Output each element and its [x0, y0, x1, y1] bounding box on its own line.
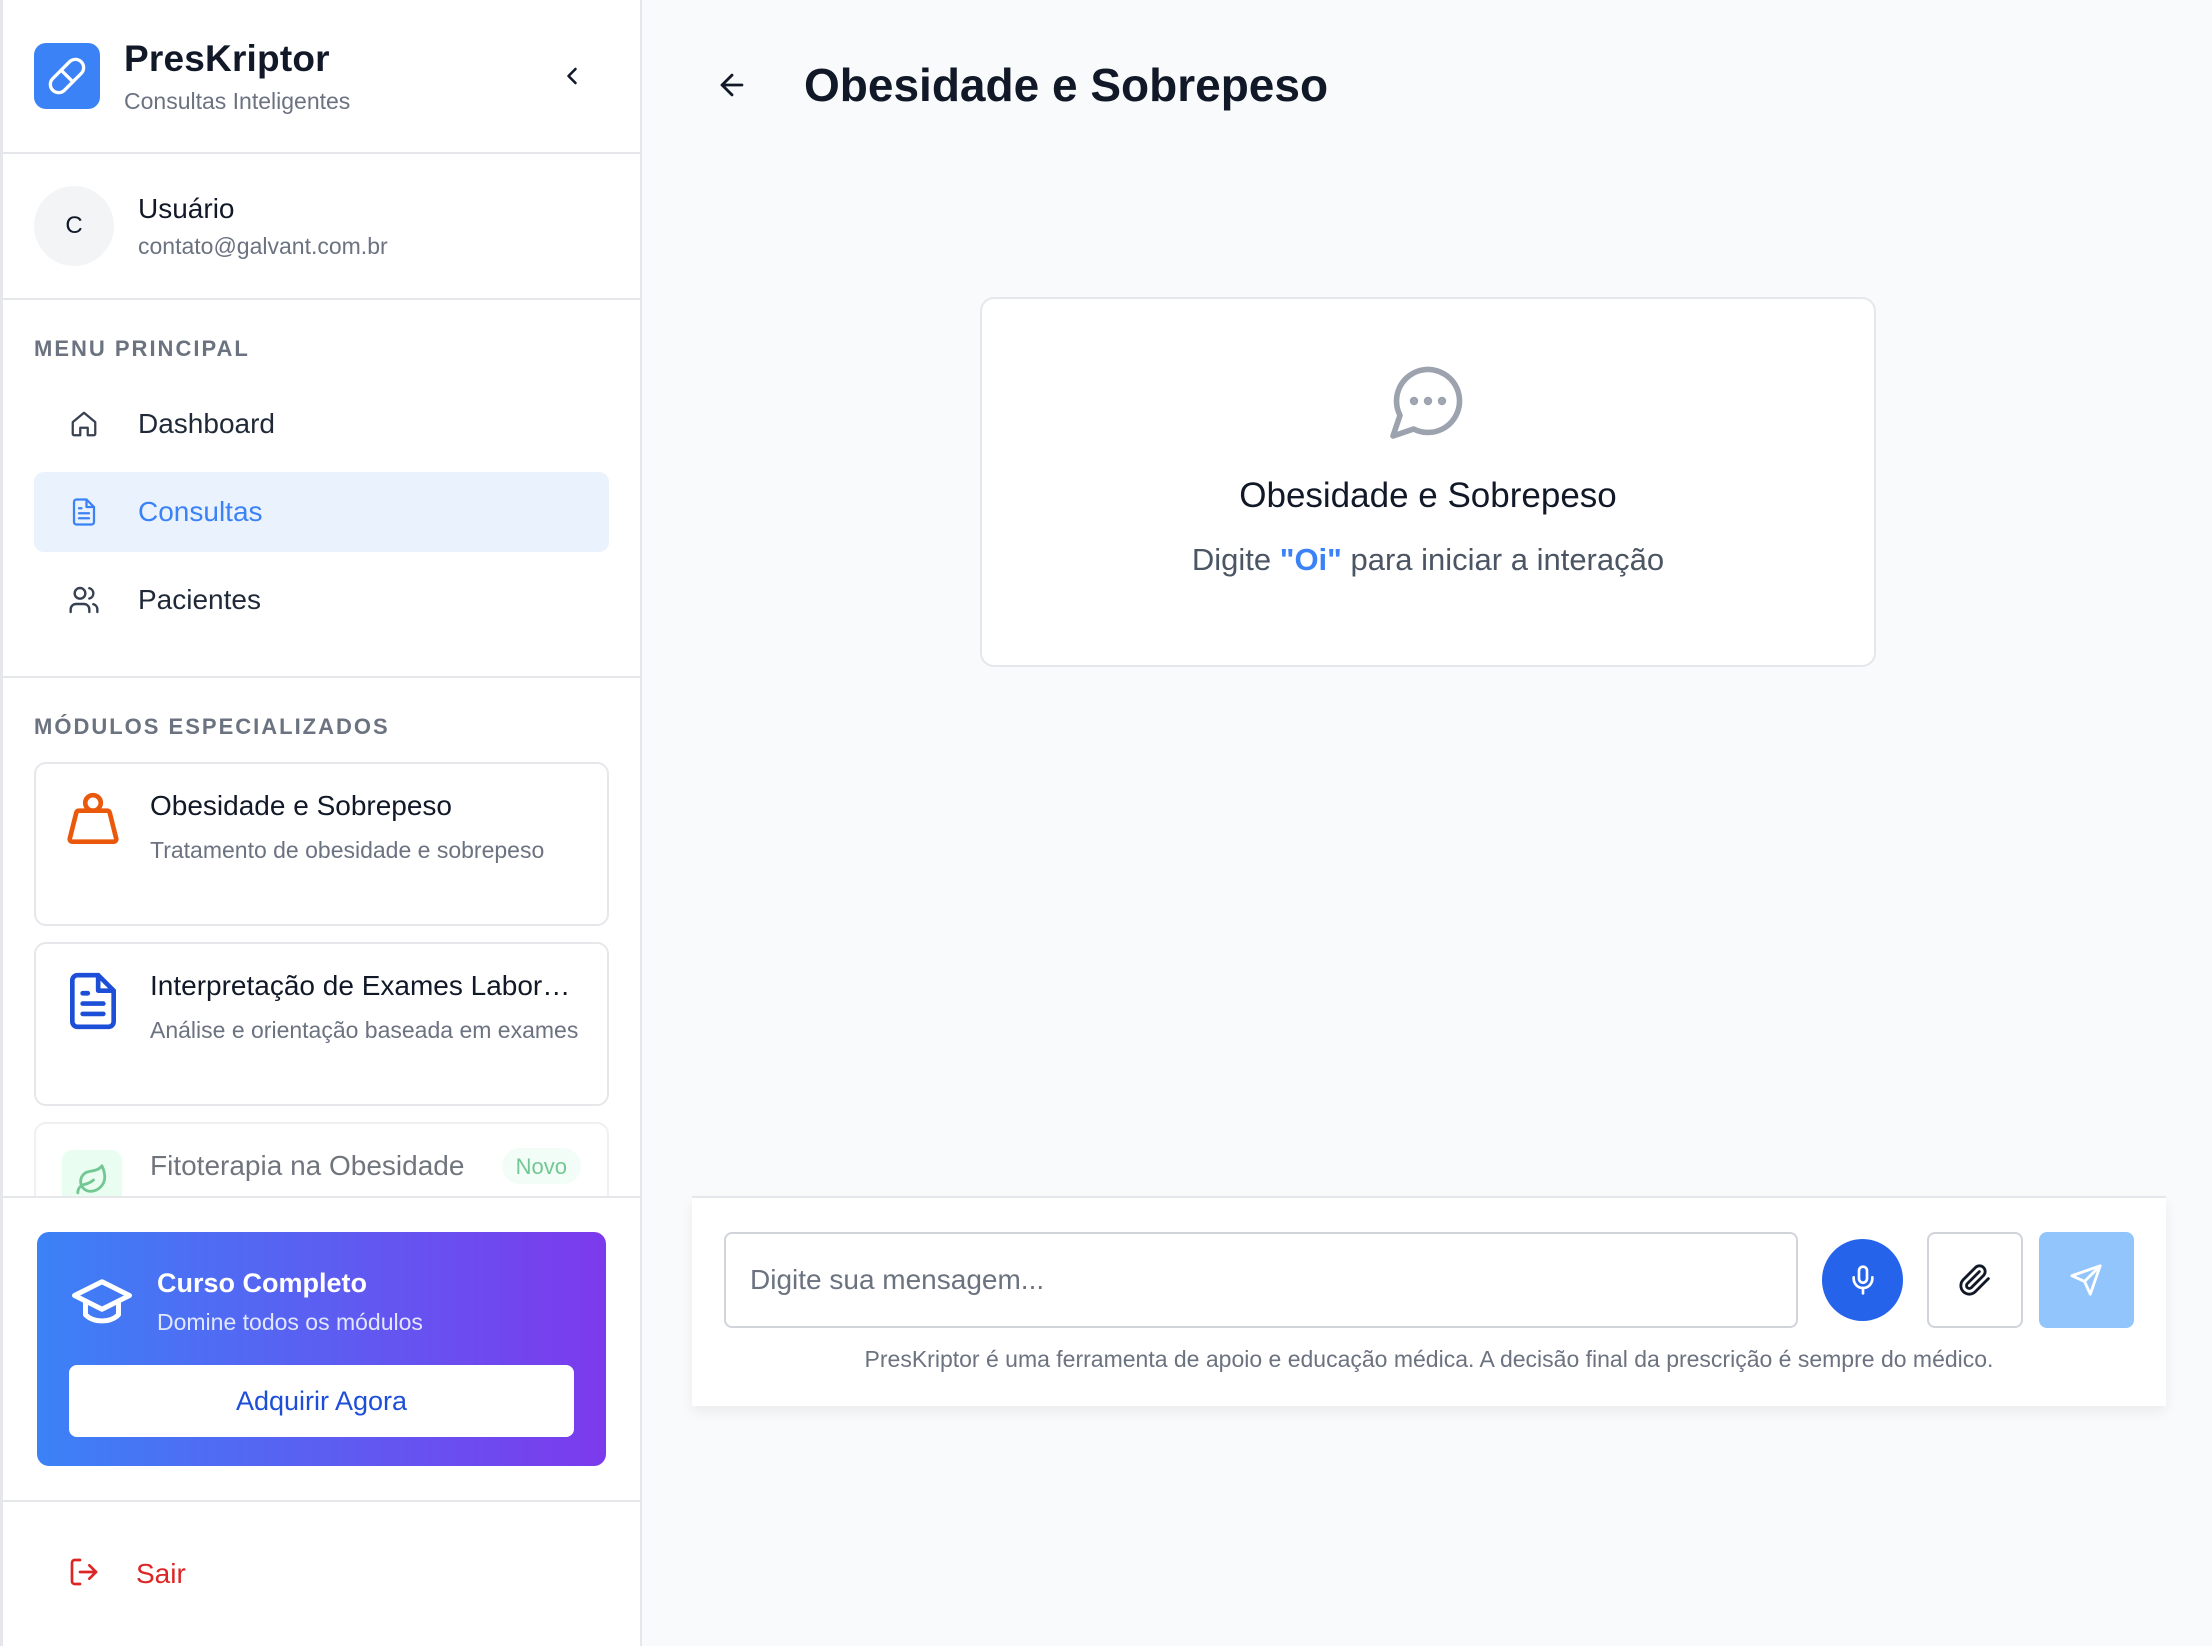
logout-button[interactable]: Sair	[3, 1500, 640, 1646]
weight-icon	[62, 786, 126, 902]
sidebar-item-dashboard[interactable]: Dashboard	[34, 384, 609, 464]
brand-subtitle: Consultas Inteligentes	[124, 87, 351, 114]
module-card-exames[interactable]: Interpretação de Exames Laboratoriais An…	[34, 942, 609, 1106]
sidebar: PresKriptor Consultas Inteligentes C Usu…	[0, 0, 642, 1646]
paperclip-icon	[1959, 1264, 1990, 1296]
arrow-left-icon	[720, 73, 744, 97]
sidebar-header: PresKriptor Consultas Inteligentes	[3, 0, 640, 154]
file-text-icon	[62, 966, 126, 1082]
module-card-obesidade[interactable]: Obesidade e Sobrepeso Tratamento de obes…	[34, 762, 609, 926]
microphone-icon	[1852, 1265, 1874, 1295]
welcome-instruction: Digite "Oi" para iniciar a interação	[1192, 542, 1664, 578]
user-info: Usuário contato@galvant.com.br	[138, 193, 388, 260]
welcome-card: Obesidade e Sobrepeso Digite "Oi" para i…	[980, 297, 1876, 667]
module-description: Análise e orientação baseada em exames	[150, 1017, 579, 1043]
page-header: Obesidade e Sobrepeso	[642, 0, 2212, 170]
collapse-sidebar-button[interactable]	[554, 58, 590, 94]
welcome-prefix: Digite	[1191, 542, 1280, 577]
document-icon	[66, 494, 102, 530]
users-icon	[66, 582, 102, 618]
user-email: contato@galvant.com.br	[138, 232, 388, 259]
brand-name: PresKriptor	[124, 37, 330, 79]
module-card-fitoterapia[interactable]: Fitoterapia na Obesidade Novo	[34, 1122, 609, 1196]
sidebar-item-label: Consultas	[138, 496, 263, 527]
sidebar-item-consultas[interactable]: Consultas	[34, 472, 609, 552]
module-title: Fitoterapia na Obesidade	[150, 1150, 465, 1181]
chat-bubble-icon	[1386, 359, 1470, 448]
brand: PresKriptor Consultas Inteligentes	[124, 38, 350, 115]
pill-logo-icon	[34, 43, 100, 109]
app-root: PresKriptor Consultas Inteligentes C Usu…	[0, 0, 2212, 1646]
course-promo-card: Curso Completo Domine todos os módulos A…	[37, 1232, 606, 1466]
sidebar-item-label: Dashboard	[138, 408, 275, 439]
buy-now-button[interactable]: Adquirir Agora	[69, 1365, 574, 1437]
promo-subtitle: Domine todos os módulos	[157, 1309, 423, 1335]
graduation-cap-icon	[69, 1268, 135, 1339]
leaf-icon	[62, 1146, 126, 1196]
user-name: Usuário	[138, 192, 235, 224]
logout-label: Sair	[136, 1558, 186, 1589]
promo-title: Curso Completo	[157, 1268, 368, 1298]
send-button[interactable]	[2038, 1232, 2135, 1328]
welcome-title: Obesidade e Sobrepeso	[1239, 476, 1617, 515]
message-input[interactable]	[724, 1232, 1799, 1328]
send-icon	[2070, 1264, 2102, 1296]
home-icon	[66, 406, 102, 442]
sidebar-item-pacientes[interactable]: Pacientes	[34, 560, 609, 640]
chevron-left-icon	[567, 67, 577, 85]
new-badge: Novo	[501, 1148, 581, 1184]
welcome-highlight: "Oi"	[1279, 542, 1342, 577]
user-profile[interactable]: C Usuário contato@galvant.com.br	[3, 154, 640, 300]
disclaimer-text: PresKriptor é uma ferramenta de apoio e …	[864, 1346, 1994, 1372]
main-menu-title: MENU PRINCIPAL	[34, 336, 250, 361]
module-title: Interpretação de Exames Laboratoriais	[150, 970, 581, 1001]
message-composer: PresKriptor é uma ferramenta de apoio e …	[692, 1196, 2166, 1406]
modules-title: MÓDULOS ESPECIALIZADOS	[34, 714, 390, 739]
sidebar-item-label: Pacientes	[138, 584, 261, 615]
module-description: Tratamento de obesidade e sobrepeso	[150, 837, 545, 863]
microphone-button[interactable]	[1822, 1239, 1904, 1321]
main-menu: MENU PRINCIPAL Dashboard Consultas Pacie…	[3, 300, 640, 678]
avatar: C	[34, 186, 114, 266]
attach-file-button[interactable]	[1927, 1232, 2023, 1328]
back-button[interactable]	[710, 63, 754, 107]
page-title: Obesidade e Sobrepeso	[804, 59, 1329, 111]
module-title: Obesidade e Sobrepeso	[150, 790, 452, 821]
welcome-suffix: para iniciar a interação	[1341, 542, 1665, 577]
main-content: Obesidade e Sobrepeso Obesidade e Sobrep…	[642, 0, 2212, 1646]
specialized-modules: MÓDULOS ESPECIALIZADOS Obesidade e Sobre…	[3, 678, 640, 1198]
logout-icon	[68, 1556, 100, 1593]
